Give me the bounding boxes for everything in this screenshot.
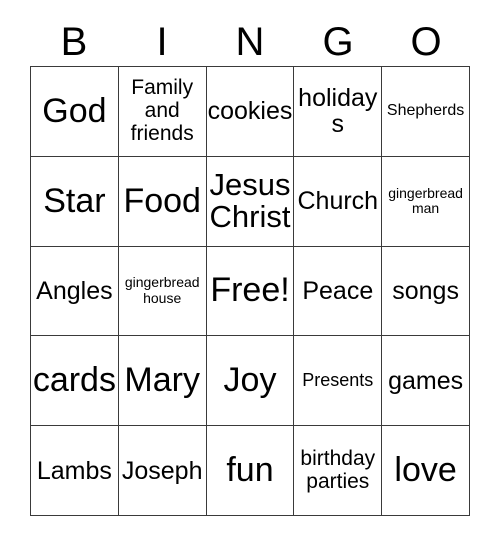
bingo-cell-label: Jesus Christ xyxy=(209,166,291,235)
bingo-cell[interactable]: Jesus Christ xyxy=(206,156,295,247)
bingo-cell[interactable]: gingerbread house xyxy=(118,246,207,337)
bingo-cell[interactable]: Family and friends xyxy=(118,67,207,157)
bingo-cell[interactable]: Mary xyxy=(118,336,207,427)
bingo-cell-label: fun xyxy=(226,450,274,489)
bingo-cell-label: God xyxy=(42,91,107,130)
bingo-cell-label: Joy xyxy=(223,361,277,400)
bingo-cell-label: Mary xyxy=(124,361,200,400)
bingo-header-letter-o: O xyxy=(410,20,442,64)
bingo-cell[interactable]: Joy xyxy=(206,336,295,427)
bingo-cell[interactable]: Shepherds xyxy=(382,67,470,157)
bingo-card: B I N G O God Family and friends cookies ho… xyxy=(0,0,500,544)
bingo-cell-label: Food xyxy=(123,181,201,220)
bingo-cell[interactable]: Free! xyxy=(206,246,295,337)
bingo-cell[interactable]: birthday parties xyxy=(294,426,383,516)
bingo-cell-label: Family and friends xyxy=(130,76,194,145)
bingo-cell[interactable]: cookies xyxy=(206,67,295,157)
bingo-cell-label: Lambs xyxy=(36,456,112,485)
bingo-cell-label: Star xyxy=(43,181,106,220)
bingo-cell[interactable]: Presents xyxy=(294,336,383,427)
bingo-header: B I N G O xyxy=(30,18,470,66)
bingo-cell[interactable]: songs xyxy=(382,246,470,337)
bingo-grid: God Family and friends cookies holidays Shep… xyxy=(30,66,470,516)
bingo-cell[interactable]: Angles xyxy=(31,246,119,337)
bingo-cell-label: Shepherds xyxy=(386,102,465,120)
bingo-header-letter-b: B xyxy=(60,20,88,64)
bingo-cell-label: birthday parties xyxy=(300,446,376,493)
bingo-cell-label: Church xyxy=(297,187,379,216)
bingo-cell-label: Peace xyxy=(302,276,374,305)
bingo-header-letter-n: N xyxy=(235,20,265,64)
bingo-cell-label: holidays xyxy=(298,84,378,139)
bingo-cell-label: gingerbread man xyxy=(388,184,463,217)
bingo-cell[interactable]: gingerbread man xyxy=(382,156,470,247)
bingo-header-letter-i: I xyxy=(156,20,168,64)
bingo-cell[interactable]: cards xyxy=(31,336,119,427)
bingo-cell[interactable]: Joseph xyxy=(118,426,207,516)
bingo-cell-label: love xyxy=(394,450,457,489)
bingo-cell[interactable]: fun xyxy=(206,426,295,516)
bingo-cell[interactable]: games xyxy=(382,336,470,427)
bingo-cell[interactable]: Star xyxy=(31,156,119,247)
bingo-cell[interactable]: God xyxy=(31,67,119,157)
bingo-cell-label: songs xyxy=(392,276,459,305)
bingo-cell-label: gingerbread house xyxy=(124,274,200,306)
bingo-cell-label: Joseph xyxy=(121,456,203,485)
bingo-cell[interactable]: Church xyxy=(294,156,383,247)
bingo-cell-label: cards xyxy=(32,361,116,400)
bingo-cell-label: Free! xyxy=(210,271,290,310)
bingo-header-letter-g: G xyxy=(322,20,354,64)
bingo-cell-label: cookies xyxy=(207,97,293,126)
bingo-cell[interactable]: Lambs xyxy=(31,426,119,516)
bingo-cell[interactable]: Peace xyxy=(294,246,383,337)
bingo-cell[interactable]: holidays xyxy=(294,67,383,157)
bingo-cell-label: Presents xyxy=(302,370,374,391)
bingo-cell[interactable]: Food xyxy=(118,156,207,247)
bingo-cell-label: games xyxy=(388,366,464,395)
bingo-cell-label: Angles xyxy=(36,276,113,305)
bingo-cell[interactable]: love xyxy=(382,426,470,516)
